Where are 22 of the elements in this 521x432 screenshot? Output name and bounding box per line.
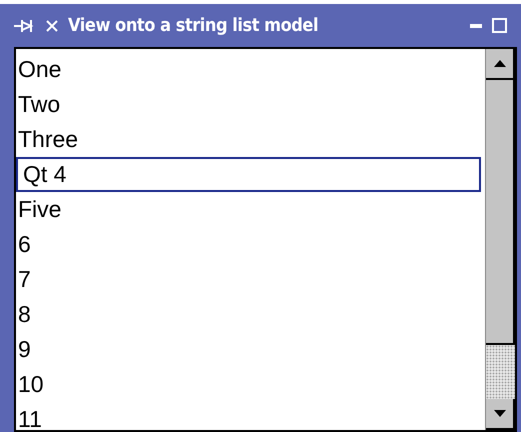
close-icon[interactable] xyxy=(46,20,58,32)
scroll-down-button[interactable] xyxy=(486,399,515,430)
list-item[interactable]: Two xyxy=(16,87,485,122)
up-arrow-icon xyxy=(494,60,506,67)
list-item[interactable]: 6 xyxy=(16,227,485,262)
list-item[interactable]: 9 xyxy=(16,332,485,367)
pin-icon[interactable] xyxy=(14,18,36,32)
list-item[interactable]: 8 xyxy=(16,297,485,332)
list-item[interactable]: One xyxy=(16,52,485,87)
scroll-up-button[interactable] xyxy=(486,49,515,80)
minimize-icon[interactable] xyxy=(470,24,482,28)
scrollbar[interactable] xyxy=(485,49,515,430)
scroll-thumb[interactable] xyxy=(486,80,515,345)
list-item[interactable]: 7 xyxy=(16,262,485,297)
window-title: View onto a string list model xyxy=(68,14,318,38)
list-item[interactable]: Three xyxy=(16,122,485,157)
list-item[interactable]: 10 xyxy=(16,367,485,402)
list-item[interactable]: 11 xyxy=(16,402,485,430)
down-arrow-icon xyxy=(494,410,506,417)
edit-field[interactable]: Qt 4 xyxy=(16,157,481,192)
maximize-icon[interactable] xyxy=(492,18,507,33)
list-item[interactable]: Five xyxy=(16,192,485,227)
